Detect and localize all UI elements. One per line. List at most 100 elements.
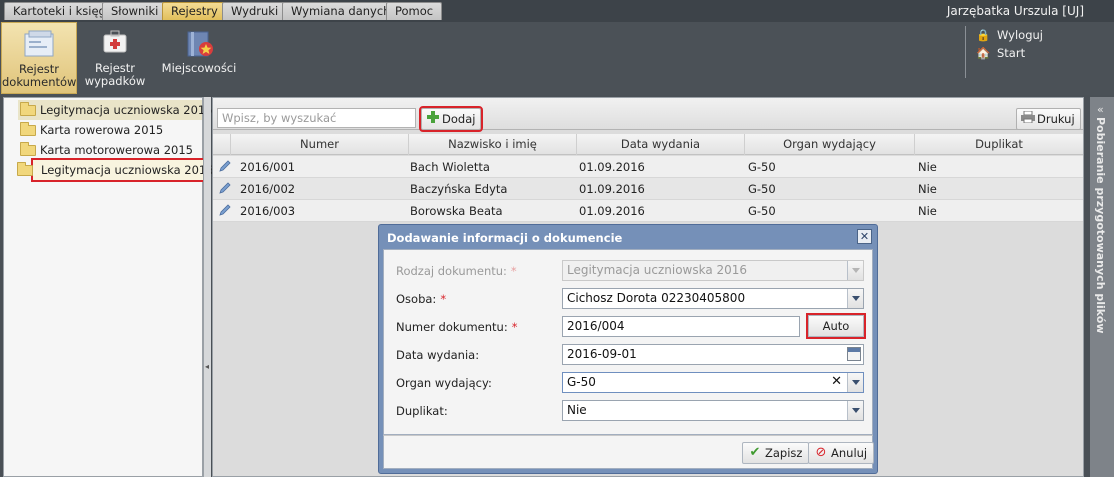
table-header: Numer Nazwisko i imię Data wydania Organ… bbox=[213, 134, 1083, 155]
cell-organ: G-50 bbox=[748, 160, 776, 174]
logout-link[interactable]: 🔒 Wyloguj bbox=[976, 26, 1043, 44]
chevron-down-icon[interactable] bbox=[847, 373, 863, 392]
start-link[interactable]: 🏠 Start bbox=[976, 44, 1043, 62]
duplicate-select[interactable]: Nie bbox=[562, 400, 864, 421]
printer-icon bbox=[1021, 110, 1035, 127]
tree-item[interactable]: Karta rowerowa 2015 bbox=[18, 120, 163, 140]
edit-pencil-icon[interactable] bbox=[219, 204, 231, 216]
issuer-combobox[interactable]: G-50 ✕ bbox=[562, 372, 864, 393]
edit-pencil-icon[interactable] bbox=[219, 182, 231, 194]
toolbar-label: Rejestr bbox=[94, 61, 136, 75]
column-header[interactable]: Nazwisko i imię bbox=[408, 134, 576, 155]
close-icon[interactable]: ✕ bbox=[857, 229, 872, 244]
doc-type-label: Rodzaj dokumentu: * bbox=[396, 264, 517, 278]
doc-number-input[interactable]: 2016/004 bbox=[562, 316, 800, 337]
checkmark-icon: ✔ bbox=[749, 445, 761, 460]
folder-icon bbox=[17, 162, 33, 176]
tab-pomoc[interactable]: Pomoc bbox=[386, 2, 443, 20]
dialog-form: Rodzaj dokumentu: * Legitymacja uczniowsk… bbox=[383, 249, 873, 435]
cell-organ: G-50 bbox=[748, 204, 776, 218]
table-row[interactable]: 2016/003 Borowska Beata 01.09.2016 G-50 … bbox=[213, 200, 1083, 222]
cancel-button[interactable]: ⊘ Anuluj bbox=[808, 442, 875, 464]
table-row[interactable]: 2016/001 Bach Wioletta 01.09.2016 G-50 N… bbox=[213, 156, 1083, 178]
chevron-down-icon[interactable] bbox=[847, 401, 863, 420]
collapse-left-icon[interactable]: ◂ bbox=[205, 362, 209, 371]
issue-date-label: Data wydania: bbox=[396, 348, 480, 362]
cell-number: 2016/001 bbox=[240, 160, 296, 174]
cancel-icon: ⊘ bbox=[815, 445, 827, 460]
auto-button[interactable]: Auto bbox=[806, 313, 866, 339]
column-header[interactable]: Data wydania bbox=[576, 134, 744, 155]
menu-bar: Kartoteki i księgi Słowniki Rejestry Wyd… bbox=[0, 0, 1114, 22]
tab-slowniki[interactable]: Słowniki bbox=[102, 2, 168, 20]
cell-date: 01.09.2016 bbox=[579, 182, 645, 196]
cell-organ: G-50 bbox=[748, 182, 776, 196]
edit-pencil-icon[interactable] bbox=[219, 160, 231, 172]
first-aid-icon bbox=[102, 29, 128, 58]
dialog-title: Dodawanie informacji o dokumencie bbox=[387, 231, 623, 245]
print-label: Drukuj bbox=[1037, 112, 1075, 126]
tab-kartoteki[interactable]: Kartoteki i księgi bbox=[4, 2, 119, 20]
toolbar-label: Miejscowości bbox=[161, 61, 237, 75]
toolbar-label: dokumentów bbox=[2, 75, 77, 89]
tab-wydruki[interactable]: Wydruki bbox=[222, 2, 288, 20]
folder-icon bbox=[20, 122, 36, 136]
tree-item-label: Legitymacja uczniowska 2015 bbox=[40, 103, 213, 117]
person-select[interactable]: Cichosz Dorota 02230405800 bbox=[562, 288, 864, 309]
toolbar-label: Rejestr bbox=[18, 62, 60, 76]
tree-item[interactable]: Legitymacja uczniowska 2015 bbox=[18, 100, 213, 120]
home-icon: 🏠 bbox=[976, 46, 991, 60]
panel-splitter[interactable]: ◂ bbox=[203, 97, 211, 477]
calendar-icon[interactable] bbox=[847, 347, 861, 361]
chevron-down-icon bbox=[847, 261, 863, 280]
column-header[interactable]: Duplikat bbox=[914, 134, 1083, 155]
lock-icon: 🔒 bbox=[976, 28, 991, 42]
toolbar-label: wypadków bbox=[84, 74, 146, 88]
table-row[interactable]: 2016/002 Baczyńska Edyta 01.09.2016 G-50… bbox=[213, 178, 1083, 200]
save-button[interactable]: ✔ Zapisz bbox=[742, 442, 810, 464]
logout-label: Wyloguj bbox=[997, 28, 1043, 42]
column-header[interactable]: Organ wydający bbox=[744, 134, 914, 155]
print-button[interactable]: Drukuj bbox=[1016, 108, 1081, 130]
folder-icon bbox=[20, 142, 36, 156]
dialog-footer: ✔ Zapisz ⊘ Anuluj bbox=[383, 435, 875, 469]
tab-rejestry[interactable]: Rejestry bbox=[162, 2, 227, 20]
cell-number: 2016/003 bbox=[240, 204, 296, 218]
miejscowosci-button[interactable]: Miejscowości bbox=[158, 22, 240, 94]
tree-item-selected[interactable]: Legitymacja uczniowska 2016 bbox=[17, 158, 214, 182]
tree-item-label: Legitymacja uczniowska 2016 bbox=[41, 163, 214, 177]
start-label: Start bbox=[997, 46, 1026, 60]
folder-icon bbox=[20, 102, 36, 116]
cell-name: Baczyńska Edyta bbox=[410, 182, 508, 196]
doc-number-label: Numer dokumentu: * bbox=[396, 320, 518, 334]
doc-type-select: Legitymacja uczniowska 2016 bbox=[562, 260, 864, 281]
search-input[interactable]: Wpisz, by wyszukać bbox=[217, 108, 416, 128]
tree-item-label: Karta rowerowa 2015 bbox=[40, 123, 164, 137]
cell-duplicate: Nie bbox=[918, 182, 937, 196]
cell-date: 01.09.2016 bbox=[579, 160, 645, 174]
plus-icon bbox=[426, 111, 440, 127]
locality-icon bbox=[184, 29, 214, 62]
add-document-dialog: Dodawanie informacji o dokumencie ✕ Rodz… bbox=[378, 224, 878, 474]
toolbar: Rejestr dokumentów Rejestr wypadków Miej… bbox=[0, 22, 1114, 95]
tree-item[interactable]: Karta motorowerowa 2015 bbox=[18, 140, 193, 160]
issue-date-input[interactable]: 2016-09-01 bbox=[562, 344, 864, 365]
issuer-label: Organ wydający: bbox=[396, 376, 492, 390]
column-header[interactable]: Numer bbox=[230, 134, 408, 155]
side-links: 🔒 Wyloguj 🏠 Start bbox=[965, 26, 1043, 78]
cell-duplicate: Nie bbox=[918, 204, 937, 218]
add-button[interactable]: Dodaj bbox=[418, 106, 484, 132]
files-side-panel[interactable]: « Pobieranie przygotowanych plików bbox=[1090, 97, 1114, 477]
chevron-down-icon[interactable] bbox=[847, 289, 863, 308]
rejestr-dokumentow-button[interactable]: Rejestr dokumentów bbox=[1, 22, 77, 94]
cell-number: 2016/002 bbox=[240, 182, 296, 196]
column-header-icon bbox=[213, 134, 230, 155]
grid-toolbar: Wpisz, by wyszukać Dodaj Drukuj bbox=[213, 98, 1083, 132]
tab-wymiana-danych[interactable]: Wymiana danych bbox=[282, 2, 400, 20]
save-label: Zapisz bbox=[765, 446, 803, 460]
expand-panel-icon[interactable]: « bbox=[1097, 103, 1104, 116]
rejestr-wypadkow-button[interactable]: Rejestr wypadków bbox=[82, 22, 148, 94]
clear-icon[interactable]: ✕ bbox=[831, 374, 842, 389]
duplicate-label: Duplikat: bbox=[396, 404, 448, 418]
cell-name: Borowska Beata bbox=[410, 204, 503, 218]
